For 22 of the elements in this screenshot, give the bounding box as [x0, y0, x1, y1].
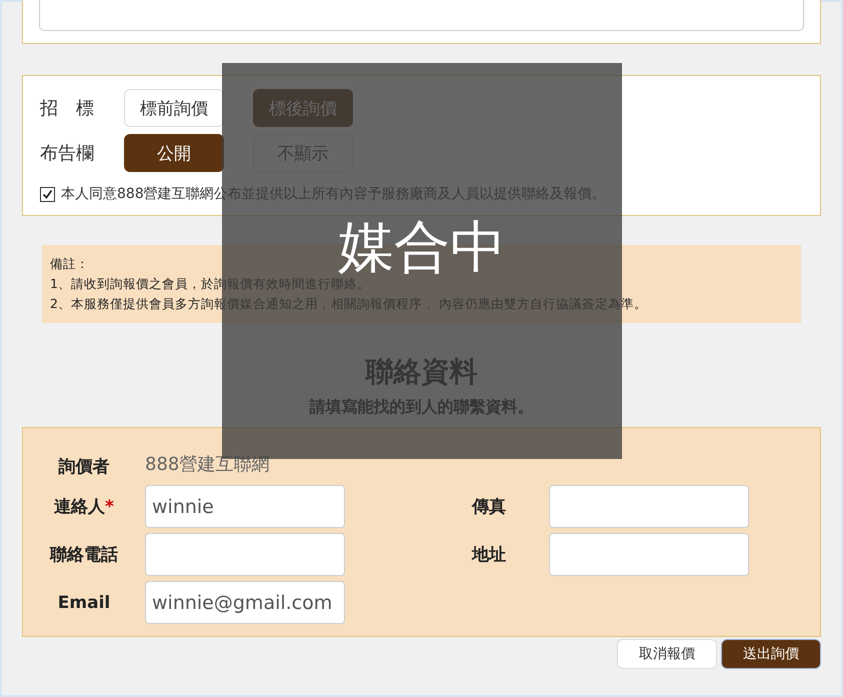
field-label: 詢價者 [57, 456, 110, 478]
field-label: 聯絡電話 [48, 544, 119, 566]
field-label: 傳真 [470, 496, 507, 518]
action-button[interactable]: 送出詢價 [721, 639, 821, 669]
input-field[interactable] [549, 533, 749, 576]
action-button[interactable]: 取消報價 [617, 639, 717, 669]
field-label: Email [56, 592, 112, 612]
option-button[interactable]: 標前詢價 [124, 89, 224, 127]
inquirer-name: 888營建互聯網 [145, 453, 270, 477]
input-field[interactable]: winnie@gmail.com [145, 581, 345, 624]
overlay-text: 媒合中 [338, 221, 506, 275]
field-label: 連絡人* [53, 496, 115, 518]
notes-title: 備註： [50, 256, 90, 273]
input-field[interactable] [145, 533, 345, 576]
option-button[interactable]: 公開 [124, 134, 224, 172]
field-label: 地址 [470, 544, 507, 566]
checkbox[interactable] [40, 186, 55, 202]
input-field[interactable] [549, 485, 749, 528]
field-label: 布告欄 [40, 142, 95, 165]
input-field[interactable]: winnie [145, 485, 345, 528]
text-area[interactable] [39, 0, 804, 31]
field-label: 招 標 [40, 97, 95, 120]
